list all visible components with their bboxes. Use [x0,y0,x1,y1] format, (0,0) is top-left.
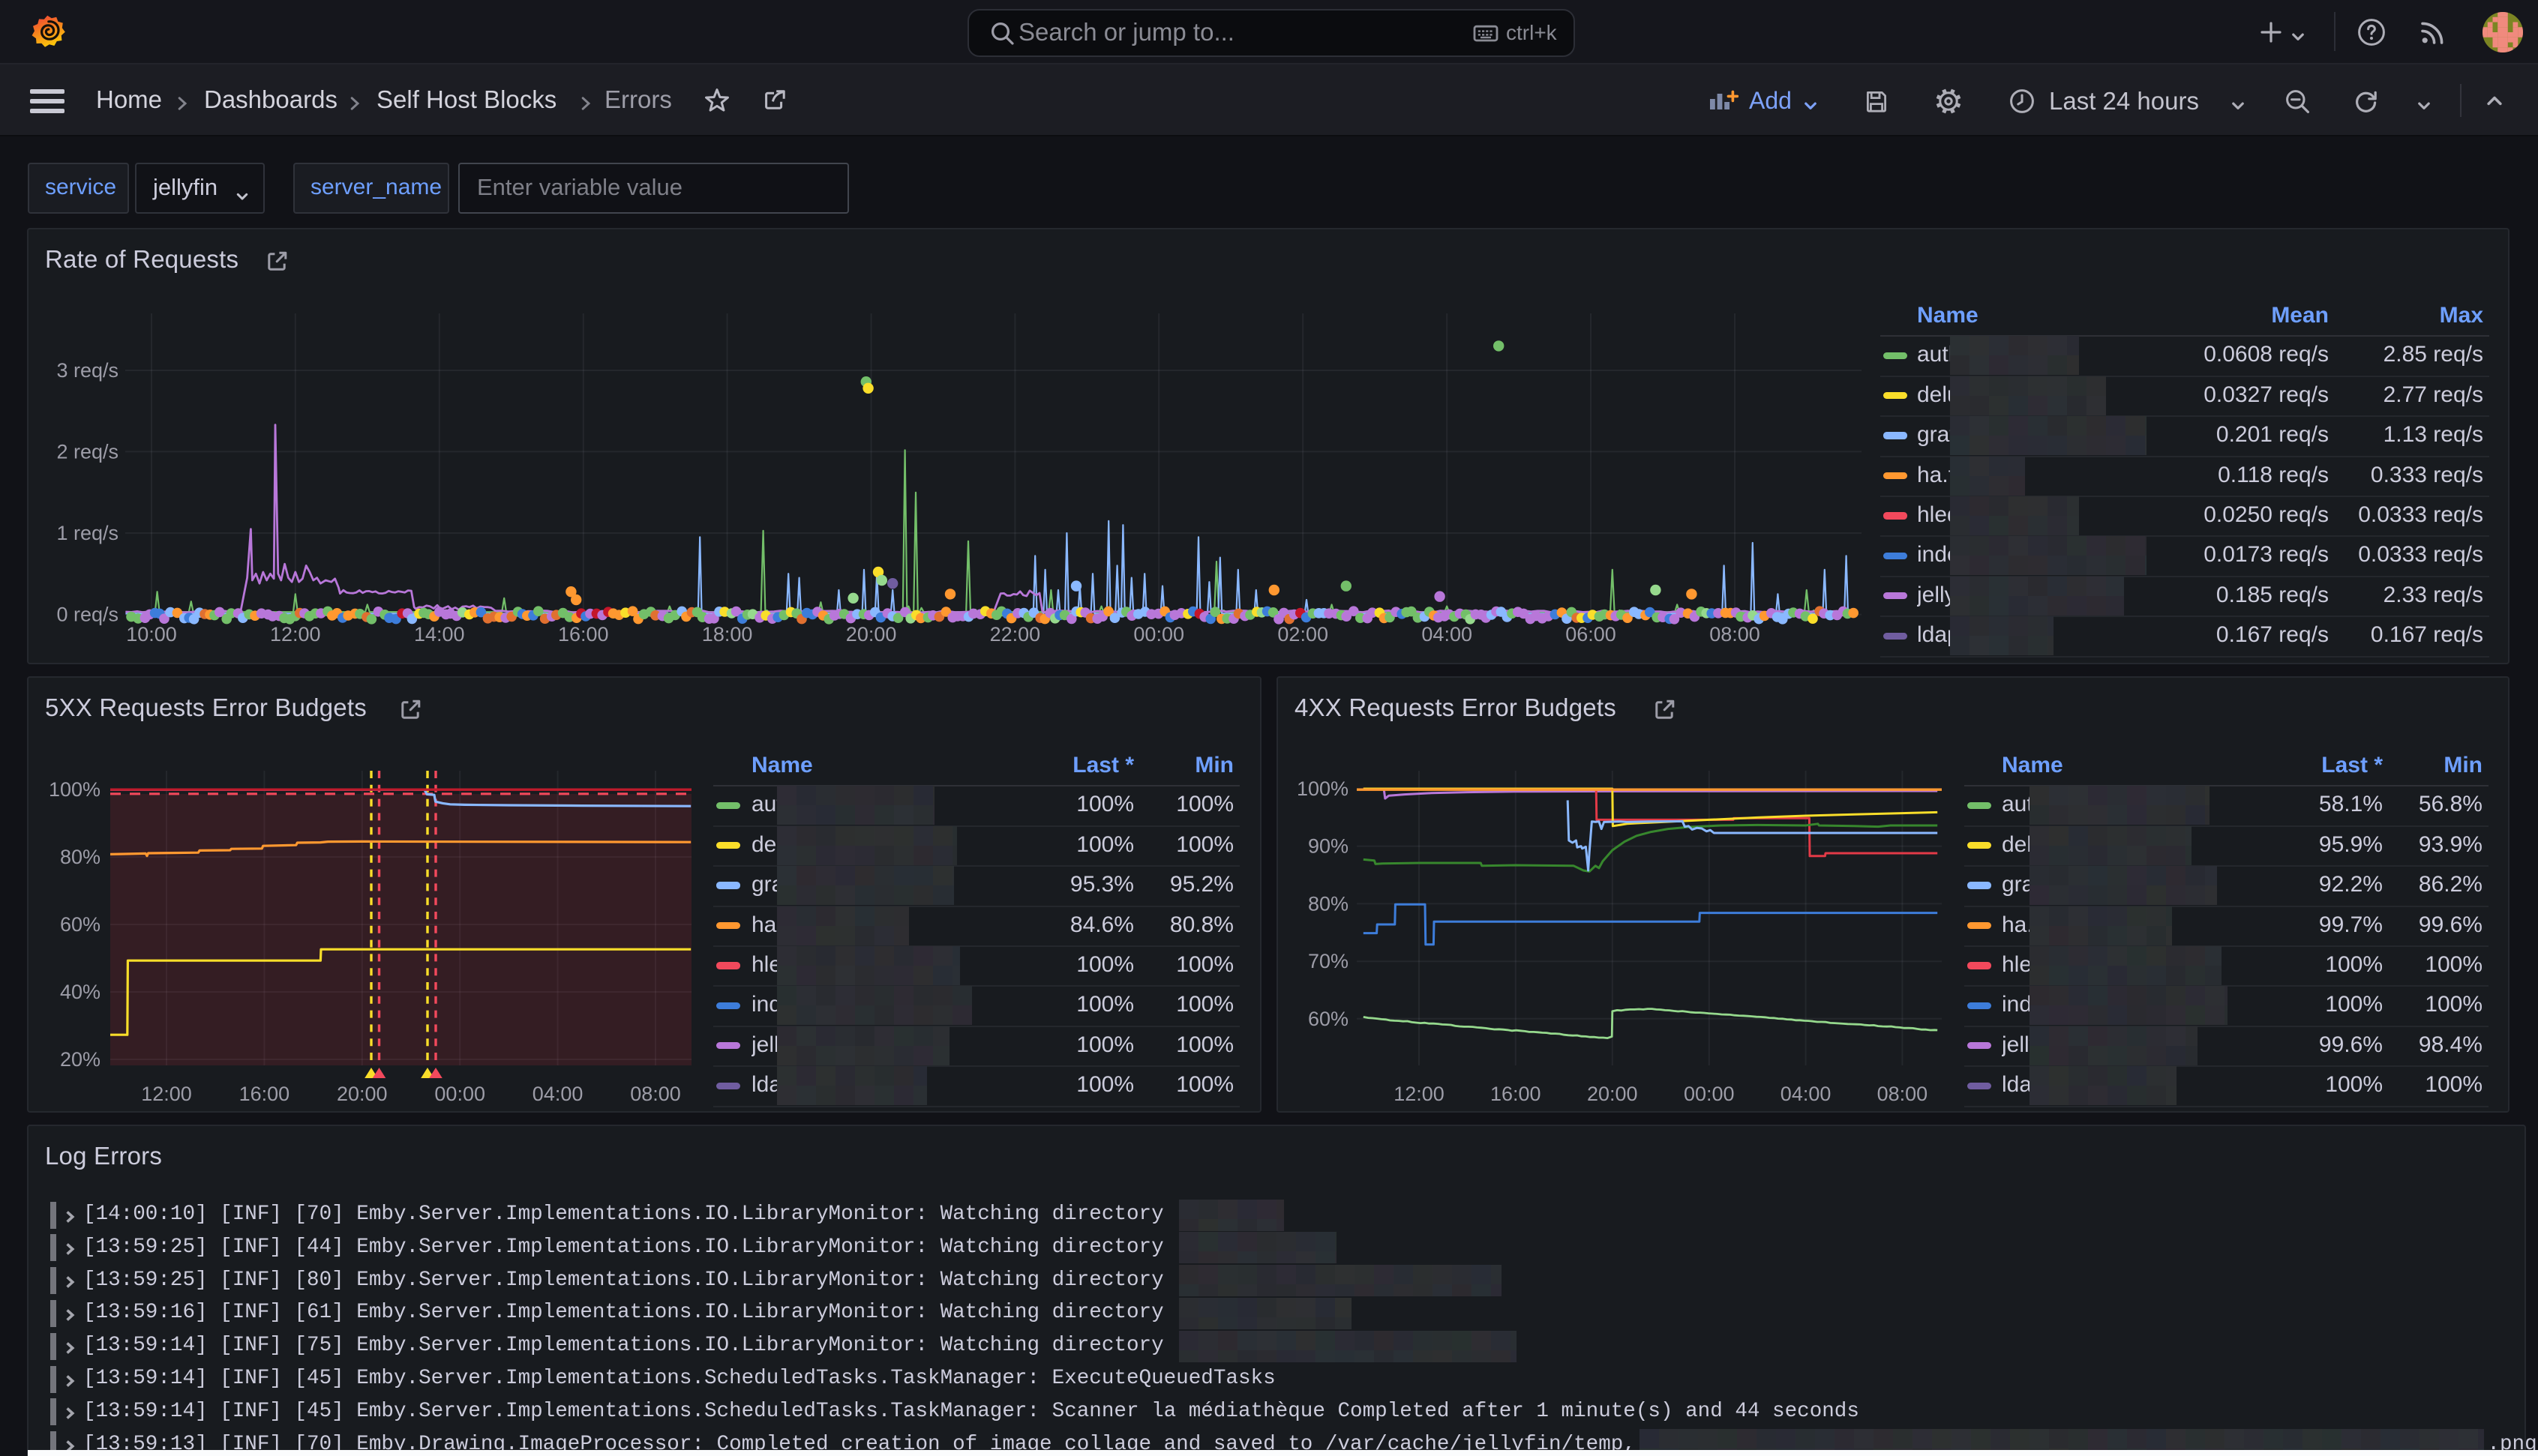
svg-text:20:00: 20:00 [1587,1083,1638,1105]
svg-text:16:00: 16:00 [1490,1083,1541,1105]
svg-text:2 req/s: 2 req/s [56,441,118,463]
svg-text:18:00: 18:00 [702,623,753,646]
svg-text:70%: 70% [1308,950,1348,972]
svg-text:14:00: 14:00 [414,623,465,646]
svg-text:12:00: 12:00 [1394,1083,1444,1105]
svg-text:16:00: 16:00 [558,623,609,646]
svg-text:04:00: 04:00 [532,1083,584,1105]
svg-text:0 req/s: 0 req/s [56,603,118,625]
svg-text:04:00: 04:00 [1421,623,1472,646]
svg-text:00:00: 00:00 [434,1083,485,1105]
svg-text:60%: 60% [1308,1008,1348,1030]
svg-text:40%: 40% [60,981,100,1003]
svg-text:1 req/s: 1 req/s [56,522,118,544]
svg-text:90%: 90% [1308,835,1348,858]
svg-text:16:00: 16:00 [239,1083,290,1105]
svg-text:3 req/s: 3 req/s [56,359,118,382]
svg-text:02:00: 02:00 [1277,623,1328,646]
svg-text:00:00: 00:00 [1684,1083,1735,1105]
svg-text:08:00: 08:00 [1877,1083,1928,1105]
svg-text:80%: 80% [1308,892,1348,915]
svg-text:04:00: 04:00 [1780,1083,1832,1105]
svg-text:20%: 20% [60,1048,100,1071]
svg-text:22:00: 22:00 [990,623,1041,646]
svg-text:20:00: 20:00 [846,623,897,646]
svg-text:80%: 80% [60,846,100,868]
svg-text:08:00: 08:00 [1709,623,1760,646]
svg-text:00:00: 00:00 [1133,623,1184,646]
svg-text:08:00: 08:00 [630,1083,681,1105]
svg-text:12:00: 12:00 [141,1083,192,1105]
svg-text:100%: 100% [49,778,100,801]
svg-text:60%: 60% [60,913,100,936]
svg-text:20:00: 20:00 [337,1083,388,1105]
svg-text:06:00: 06:00 [1565,623,1616,646]
svg-text:100%: 100% [1297,777,1348,800]
svg-text:12:00: 12:00 [270,623,321,646]
svg-text:10:00: 10:00 [126,623,177,646]
